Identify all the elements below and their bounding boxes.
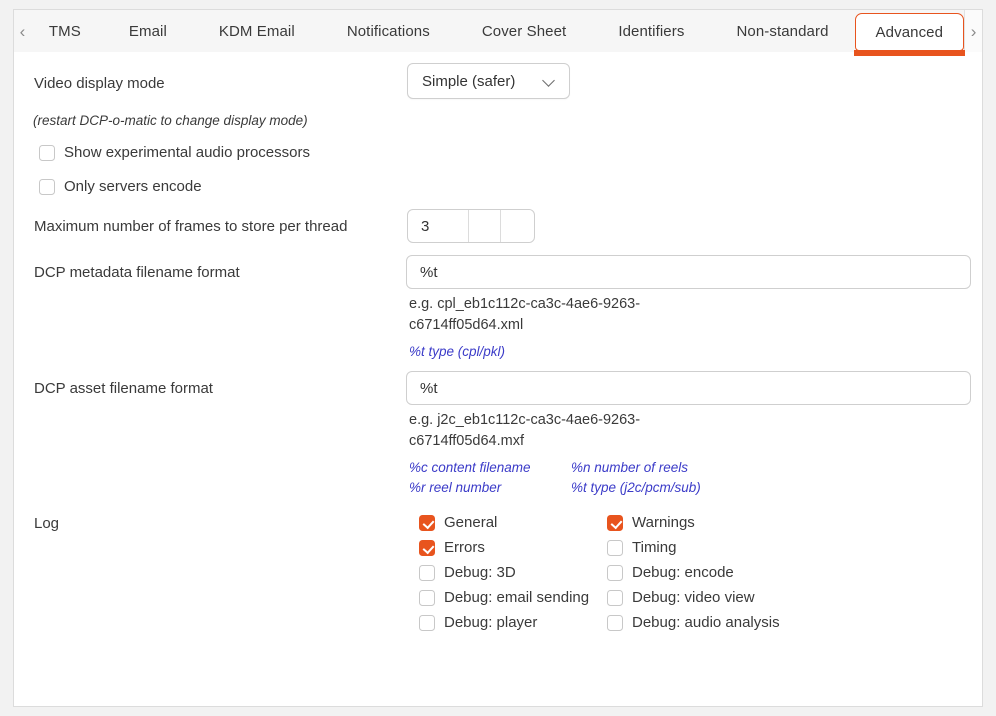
tab-non-standard[interactable]: Non-standard (710, 10, 854, 52)
tab-tms[interactable]: TMS (31, 10, 103, 52)
dcp-asset-hint-2: %r reel number (409, 480, 502, 495)
checkbox-log-debug-email-sending[interactable] (419, 589, 435, 606)
log-item-warnings-row[interactable]: Warnings (607, 514, 695, 531)
only-servers-encode-label: Only servers encode (64, 178, 202, 195)
preferences-window: ‹ TMS Email KDM Email Notifications Cove… (0, 0, 996, 716)
chevron-down-icon (543, 74, 557, 88)
log-item-debug-email-sending-row[interactable]: Debug: email sending (419, 589, 589, 606)
dcp-asset-filename-example: e.g. j2c_eb1c112c-ca3c-4ae6-9263-c6714ff… (409, 412, 641, 449)
chevron-right-icon[interactable]: › (964, 10, 982, 52)
dcp-metadata-hint-0: %t type (cpl/pkl) (409, 344, 506, 359)
log-item-errors-label: Errors (444, 539, 485, 556)
tab-email[interactable]: Email (103, 10, 193, 52)
dcp-metadata-filename-format-input[interactable]: %t (406, 255, 971, 289)
log-item-debug-video-view-label: Debug: video view (632, 589, 755, 606)
log-item-timing-row[interactable]: Timing (607, 539, 676, 556)
log-item-debug-audio-analysis-label: Debug: audio analysis (632, 614, 780, 631)
video-display-mode-value: Simple (safer) (422, 72, 516, 90)
log-item-debug-audio-analysis-row[interactable]: Debug: audio analysis (607, 614, 780, 631)
video-display-mode-select[interactable]: Simple (safer) (407, 63, 570, 99)
spinner-down-button[interactable] (500, 210, 532, 242)
tab-advanced[interactable]: Advanced (853, 13, 965, 56)
log-item-debug-encode-label: Debug: encode (632, 564, 734, 581)
checkbox-log-debug-encode[interactable] (607, 564, 623, 581)
show-experimental-audio-processors-row[interactable]: Show experimental audio processors (39, 144, 310, 161)
log-item-debug-player-label: Debug: player (444, 614, 538, 631)
chevron-left-icon[interactable]: ‹ (14, 10, 31, 52)
log-item-general-label: General (444, 514, 498, 531)
log-item-debug-3d-label: Debug: 3D (444, 564, 516, 581)
log-item-general-row[interactable]: General (419, 514, 497, 531)
log-item-debug-player-row[interactable]: Debug: player (419, 614, 537, 631)
log-item-debug-video-view-row[interactable]: Debug: video view (607, 589, 755, 606)
dcp-asset-filename-format-label: DCP asset filename format (34, 380, 213, 397)
dcp-asset-filename-format-input[interactable]: %t (406, 371, 971, 405)
dcp-metadata-filename-example: e.g. cpl_eb1c112c-ca3c-4ae6-9263-c6714ff… (409, 296, 641, 333)
tab-bar: ‹ TMS Email KDM Email Notifications Cove… (13, 9, 983, 56)
log-item-debug-encode-row[interactable]: Debug: encode (607, 564, 734, 581)
max-frames-label: Maximum number of frames to store per th… (34, 218, 348, 235)
checkbox-show-experimental-audio-processors[interactable] (39, 144, 55, 161)
max-frames-spinner[interactable]: 3 (407, 209, 535, 243)
tab-list: TMS Email KDM Email Notifications Cover … (31, 10, 965, 56)
only-servers-encode-row[interactable]: Only servers encode (39, 178, 202, 195)
checkbox-log-warnings[interactable] (607, 514, 623, 531)
checkbox-only-servers-encode[interactable] (39, 178, 55, 195)
log-item-warnings-label: Warnings (632, 514, 695, 531)
checkbox-log-general[interactable] (419, 514, 435, 531)
checkbox-log-debug-audio-analysis[interactable] (607, 614, 623, 631)
dcp-asset-hint-3: %t type (j2c/pcm/sub) (571, 480, 701, 495)
checkbox-log-debug-3d[interactable] (419, 564, 435, 581)
video-display-mode-label: Video display mode (34, 75, 165, 92)
dcp-metadata-filename-format-label: DCP metadata filename format (34, 264, 240, 281)
tab-notifications[interactable]: Notifications (321, 10, 456, 52)
spinner-up-button[interactable] (468, 210, 500, 242)
log-item-timing-label: Timing (632, 539, 677, 556)
dcp-asset-hint-0: %c content filename (409, 460, 531, 475)
checkbox-log-debug-video-view[interactable] (607, 589, 623, 606)
tab-cover-sheet[interactable]: Cover Sheet (456, 10, 592, 52)
log-item-errors-row[interactable]: Errors (419, 539, 485, 556)
checkbox-log-errors[interactable] (419, 539, 435, 556)
restart-note: (restart DCP-o-matic to change display m… (33, 113, 308, 128)
dcp-asset-hint-1: %n number of reels (571, 460, 689, 475)
log-label: Log (34, 515, 60, 532)
advanced-settings-panel: Video display mode Simple (safer) (resta… (13, 52, 983, 707)
checkbox-log-timing[interactable] (607, 539, 623, 556)
checkbox-log-debug-player[interactable] (419, 614, 435, 631)
log-item-debug-email-sending-label: Debug: email sending (444, 589, 590, 606)
log-item-debug-3d-row[interactable]: Debug: 3D (419, 564, 516, 581)
tab-kdm-email[interactable]: KDM Email (193, 10, 321, 52)
max-frames-value[interactable]: 3 (408, 210, 468, 242)
show-experimental-audio-processors-label: Show experimental audio processors (64, 144, 310, 161)
tab-identifiers[interactable]: Identifiers (592, 10, 710, 52)
